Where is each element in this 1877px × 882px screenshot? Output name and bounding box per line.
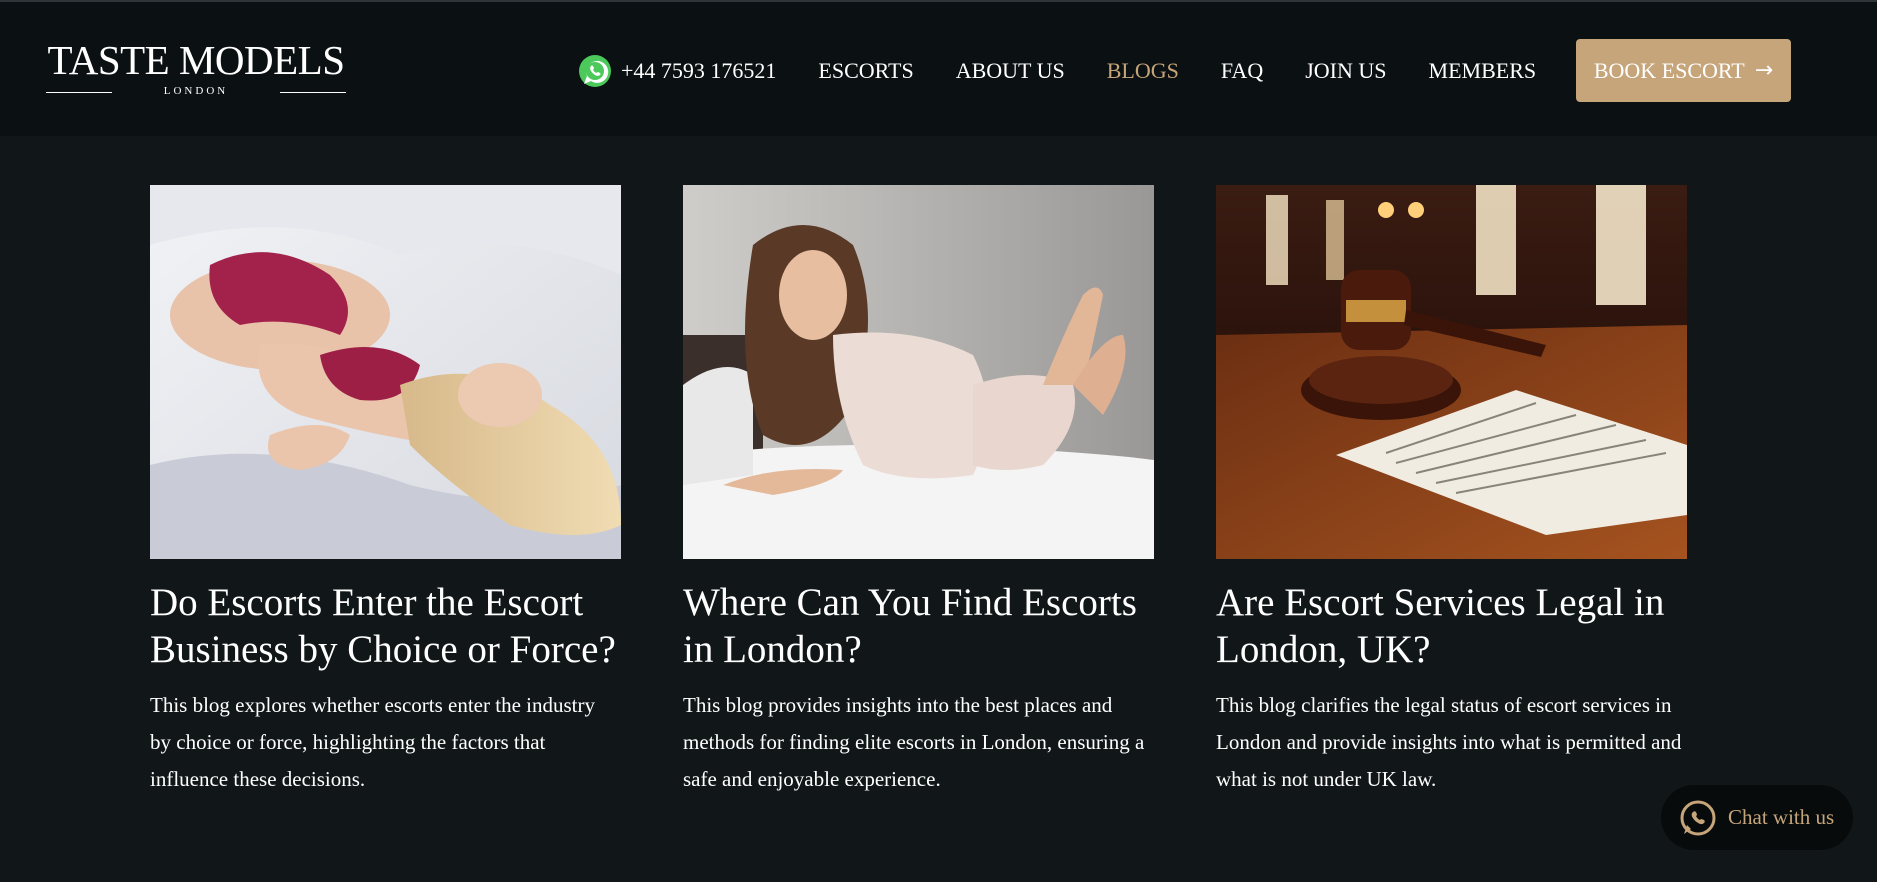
- arrow-right-icon: →: [1754, 58, 1774, 83]
- main-nav: +44 7593 176521 ESCORTS ABOUT US BLOGS F…: [578, 38, 1578, 104]
- nav-escorts[interactable]: ESCORTS: [818, 58, 913, 84]
- nav-faq[interactable]: FAQ: [1221, 58, 1263, 84]
- blog-image-model-on-bed[interactable]: [683, 185, 1154, 559]
- blog-description: This blog provides insights into the bes…: [683, 693, 1145, 791]
- blog-image-gavel-document[interactable]: [1216, 185, 1687, 559]
- phone-number: +44 7593 176521: [621, 58, 777, 83]
- book-escort-label: BOOK ESCORT: [1593, 57, 1745, 83]
- blog-description: This blog explores whether escorts enter…: [150, 693, 595, 791]
- blog-title[interactable]: Are Escort Services Legal in London, UK?: [1216, 579, 1687, 673]
- logo-divider-right: [280, 92, 346, 93]
- logo-subtitle: LONDON: [163, 85, 229, 97]
- blog-card[interactable]: Where Can You Find Escorts in London? Th…: [683, 185, 1154, 798]
- blog-card[interactable]: Do Escorts Enter the Escort Business by …: [150, 185, 621, 798]
- nav-about-us[interactable]: ABOUT US: [956, 58, 1065, 84]
- blog-title[interactable]: Do Escorts Enter the Escort Business by …: [150, 579, 621, 673]
- site-header: TASTE MODELS LONDON +44 7593 176521 ESCO…: [0, 2, 1877, 136]
- blog-image-lingerie-model[interactable]: [150, 185, 621, 559]
- chat-label: Chat with us: [1728, 805, 1835, 829]
- nav-join-us[interactable]: JOIN US: [1305, 58, 1386, 84]
- blog-card[interactable]: Are Escort Services Legal in London, UK?…: [1216, 185, 1687, 798]
- phone-link[interactable]: +44 7593 176521: [578, 54, 776, 88]
- chat-widget-button[interactable]: Chat with us: [1661, 785, 1853, 850]
- whatsapp-icon: [579, 55, 611, 87]
- nav-members[interactable]: MEMBERS: [1429, 58, 1537, 84]
- book-escort-button[interactable]: BOOK ESCORT →: [1576, 39, 1791, 102]
- whatsapp-icon: [1680, 800, 1716, 835]
- blog-title[interactable]: Where Can You Find Escorts in London?: [683, 579, 1154, 673]
- nav-blogs[interactable]: BLOGS: [1107, 58, 1179, 84]
- site-logo[interactable]: TASTE MODELS LONDON: [46, 38, 346, 102]
- blog-description: This blog clarifies the legal status of …: [1216, 693, 1682, 791]
- logo-title: TASTE MODELS: [47, 37, 345, 83]
